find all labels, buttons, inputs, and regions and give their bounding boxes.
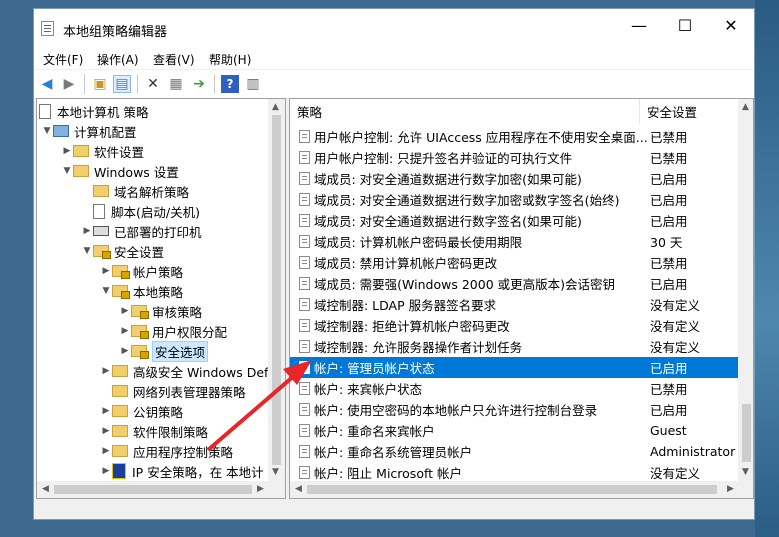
arrow-shaft	[206, 373, 297, 452]
annotation-arrow	[206, 360, 312, 452]
